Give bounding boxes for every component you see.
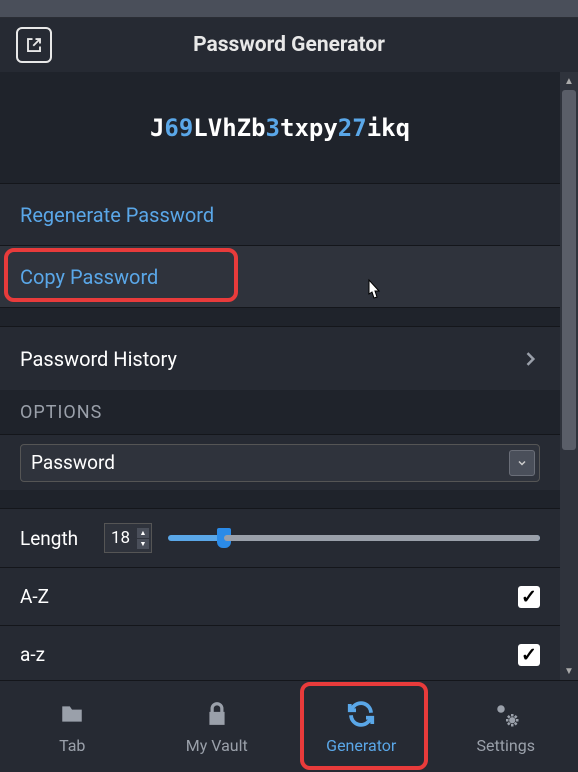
scrollbar[interactable]: ▲ ▼	[560, 72, 578, 680]
password-digit: 27	[338, 114, 367, 142]
page-title: Password Generator	[0, 33, 578, 57]
nav-generator[interactable]: Generator	[289, 681, 434, 772]
option-row-a-z: A-Z ✓	[0, 568, 560, 626]
popout-icon	[25, 36, 43, 54]
password-history-link[interactable]: Password History	[0, 326, 560, 390]
stepper-arrows[interactable]: ▲▼	[137, 528, 149, 549]
scroll-up-arrow[interactable]: ▲	[560, 72, 578, 90]
copy-password-link[interactable]: Copy Password	[0, 246, 560, 308]
history-label: Password History	[20, 347, 177, 371]
nav-label: Settings	[477, 736, 535, 755]
folder-icon	[57, 698, 87, 730]
password-type-select[interactable]: Password	[20, 444, 540, 482]
window-titlebar	[0, 0, 578, 18]
slider-thumb[interactable]	[217, 528, 231, 548]
password-letter: LVhZb	[193, 114, 265, 142]
password-type-row: Password	[0, 434, 560, 490]
nav-label: My Vault	[186, 736, 248, 755]
regenerate-label: Regenerate Password	[20, 203, 214, 227]
checkbox[interactable]: ✓	[518, 586, 540, 608]
password-letter: txpy	[280, 114, 338, 142]
length-label: Length	[20, 527, 88, 550]
nav-my-vault[interactable]: My Vault	[145, 681, 290, 772]
generated-password: J69LVhZb3txpy27ikq	[0, 72, 560, 184]
scroll-down-arrow[interactable]: ▼	[560, 662, 578, 680]
regenerate-password-link[interactable]: Regenerate Password	[0, 184, 560, 246]
password-letter: J	[150, 114, 164, 142]
lock-icon	[204, 698, 230, 730]
option-label: a-z	[20, 643, 45, 666]
chevron-right-icon	[520, 349, 540, 369]
options-header: OPTIONS	[0, 390, 560, 434]
checkbox[interactable]: ✓	[518, 644, 540, 666]
copy-label: Copy Password	[20, 265, 158, 289]
nav-tab[interactable]: Tab	[0, 681, 145, 772]
password-digit: 69	[164, 114, 193, 142]
popout-button[interactable]	[16, 27, 52, 63]
length-stepper[interactable]: 18 ▲▼	[104, 523, 152, 553]
gears-icon	[490, 698, 522, 730]
option-label: A-Z	[20, 585, 49, 608]
nav-label: Generator	[326, 736, 396, 755]
password-letter: ikq	[367, 114, 410, 142]
scrollbar-thumb[interactable]	[562, 90, 576, 450]
refresh-icon	[346, 698, 376, 730]
nav-label: Tab	[59, 736, 85, 755]
nav-settings[interactable]: Settings	[434, 681, 578, 772]
content-area: J69LVhZb3txpy27ikq Regenerate Password C…	[0, 72, 560, 680]
length-row: Length 18 ▲▼	[0, 508, 560, 568]
length-slider[interactable]	[168, 535, 540, 541]
option-row-a-z: a-z ✓	[0, 626, 560, 680]
bottom-nav: Tab My Vault Generator Settings	[0, 680, 578, 772]
password-type-value: Password	[31, 451, 115, 474]
length-value: 18	[111, 528, 130, 548]
header: Password Generator	[0, 18, 578, 72]
password-digit: 3	[266, 114, 280, 142]
chevron-down-icon	[509, 450, 535, 476]
